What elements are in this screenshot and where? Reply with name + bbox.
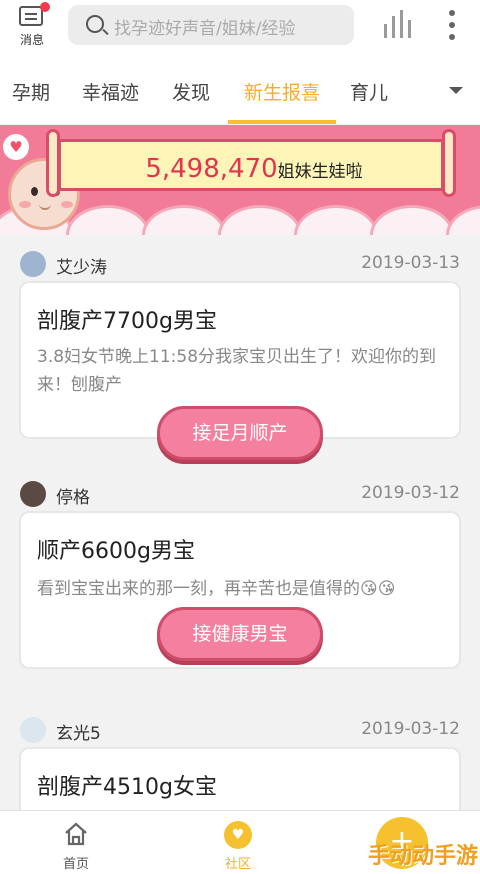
more-dots-icon[interactable] [446,10,458,40]
watermark: 手动动手游 [368,844,479,869]
community-heart-icon: ♥ [224,821,252,849]
category-tabs: 孕期 幸福迹 发现 新生报喜 育儿 [0,56,480,124]
post-date: 2019-03-12 [361,483,460,503]
messages-label: 消息 [19,33,44,47]
heart-icon: ♥ [3,134,29,160]
search-placeholder: 找孕迹好声音/姐妹/经验 [114,19,296,39]
messages-button[interactable]: 消息 [8,2,56,50]
author-name[interactable]: 停格 [56,483,90,508]
top-bar: 消息 找孕迹好声音/姐妹/经验 [0,0,480,56]
avatar[interactable] [20,717,46,743]
nav-community-label: 社区 [224,857,251,872]
tab-pregnancy[interactable]: 孕期 [12,78,50,105]
home-icon [65,822,87,846]
tab-birth-announcement[interactable]: 新生报喜 [244,78,320,105]
chevron-down-icon[interactable] [449,87,463,94]
search-icon [86,15,104,33]
tab-parenting[interactable]: 育儿 [350,78,388,105]
stats-bars-icon[interactable] [384,10,412,38]
author-name[interactable]: 艾少涛 [56,253,107,278]
avatar[interactable] [20,251,46,277]
post-card[interactable]: 剖腹产4510g女宝 [19,747,461,810]
post-date: 2019-03-12 [361,719,460,739]
avatar[interactable] [20,481,46,507]
post-title: 剖腹产4510g女宝 [37,775,217,800]
scroll-banner: 5,498,470姐妹生娃啦 [46,129,456,199]
post-title: 顺产6600g男宝 [37,539,195,564]
message-icon [19,6,43,26]
search-input[interactable]: 找孕迹好声音/姐妹/经验 [68,5,354,45]
author-name[interactable]: 玄光5 [56,719,101,744]
tab-discover[interactable]: 发现 [172,78,210,105]
active-tab-indicator [228,120,336,124]
congratulate-button[interactable]: 接健康男宝 [157,607,323,661]
post-title: 剖腹产7700g男宝 [37,309,217,334]
birth-count-suffix: 姐妹生娃啦 [277,162,363,182]
birth-count: 5,498,470 [145,154,278,184]
post-header: 停格 2019-03-12 [0,477,480,513]
notification-dot [40,2,50,12]
post-header: 艾少涛 2019-03-13 [0,247,480,283]
post-body: 3.8妇女节晚上11:58分我家宝贝出生了！欢迎你的到来！刨腹产 [37,347,437,395]
post-date: 2019-03-13 [361,253,460,273]
nav-home-label: 首页 [62,857,89,872]
tab-happiness[interactable]: 幸福迹 [82,78,139,105]
post-header: 玄光5 2019-03-12 [0,713,480,749]
post-body: 看到宝宝出来的那一刻，再辛苦也是值得的😘😘 [37,579,396,599]
congratulate-button[interactable]: 接足月顺产 [157,406,323,460]
birth-count-banner: ♥ 5,498,470姐妹生娃啦 [0,125,480,235]
post-feed[interactable]: 艾少涛 2019-03-13 剖腹产7700g男宝 3.8妇女节晚上11:58分… [0,235,480,810]
